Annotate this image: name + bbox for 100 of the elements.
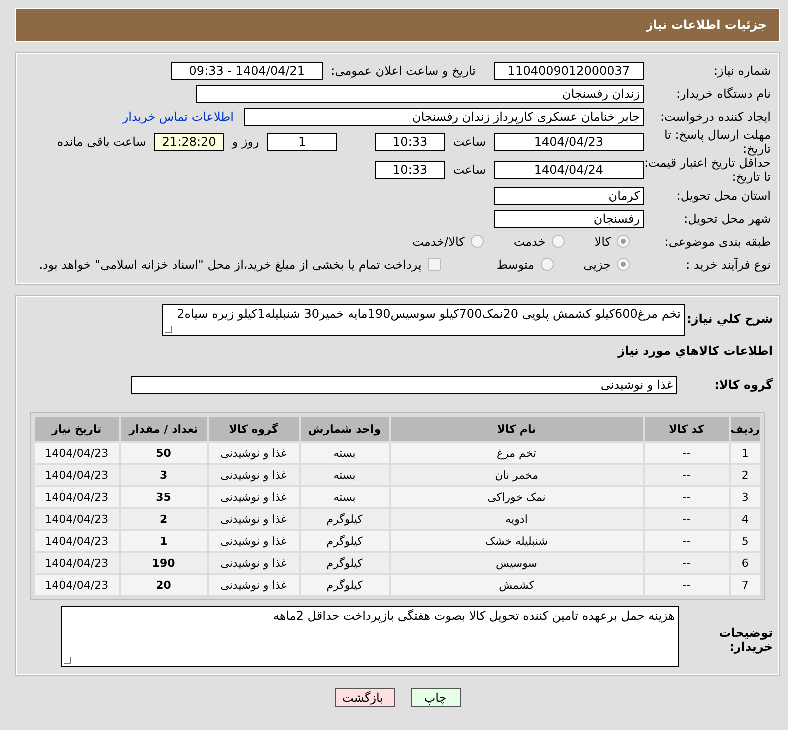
resize-grip-icon (165, 326, 172, 333)
table-cell: 1404/04/23 (35, 465, 119, 485)
notes-field[interactable]: هزینه حمل برعهده تامین کننده تحویل کالا بصوت هفتگی بازپرداخت حداقل 2ماهه (61, 606, 679, 667)
radio-button[interactable] (617, 235, 630, 248)
table-cell: 3 (730, 487, 760, 507)
option-label: جزیی (584, 258, 611, 272)
table-cell: 3 (120, 465, 207, 485)
field-label: نام دستگاه خریدار: (676, 86, 772, 100)
table-cell: غذا و نوشیدنی (208, 531, 299, 551)
table-cell: 1404/04/23 (35, 553, 119, 573)
table-cell: -- (644, 531, 729, 551)
table-cell: 6 (730, 553, 760, 573)
table-cell: بسته (300, 443, 389, 463)
column-header: گروه کالا (208, 417, 299, 441)
table-cell: 35 (120, 487, 207, 507)
text-field[interactable]: 10:33 (375, 133, 446, 151)
table-cell: 1 (730, 443, 760, 463)
table-cell: -- (644, 487, 729, 507)
table-cell: شنبلیله خشک (390, 531, 643, 551)
table-cell: -- (644, 553, 729, 573)
table-cell: 50 (120, 443, 207, 463)
table-cell: غذا و نوشیدنی (208, 575, 299, 595)
text-field[interactable]: غذا و نوشیدنی (131, 376, 677, 394)
description-text: تخم مرغ600کیلو کشمش پلویی 20نمک700کیلو سوسیس190مایه خمیر30 شنبلیله1کیلو زیره سیاه2 (177, 307, 681, 321)
time-label: ساعت (453, 135, 486, 149)
column-header: نام کالا (390, 417, 643, 441)
table-cell: -- (644, 509, 729, 529)
field-label: شماره نیاز: (713, 64, 772, 78)
field-label: ایجاد کننده درخواست: (659, 110, 772, 124)
table-cell: بسته (300, 465, 389, 485)
field-label: طبقه بندی موضوعی: (664, 234, 772, 248)
table-cell: 2 (730, 465, 760, 485)
table-cell: 2 (120, 509, 207, 529)
table-cell: غذا و نوشیدنی (208, 465, 299, 485)
table-cell: غذا و نوشیدنی (208, 487, 299, 507)
text-field[interactable]: جابر خنامان عسکری کارپرداز زندان رفسنجان (244, 108, 644, 126)
table-cell: 190 (120, 553, 207, 573)
radio-button[interactable] (552, 235, 565, 248)
text-field[interactable]: 1404/04/24 (494, 161, 644, 179)
table-cell: کیلوگرم (300, 575, 389, 595)
table-cell: 7 (730, 575, 760, 595)
column-header: تاریخ نیاز (35, 417, 119, 441)
text-field[interactable]: 10:33 (375, 161, 446, 179)
description-field[interactable]: تخم مرغ600کیلو کشمش پلویی 20نمک700کیلو سوسیس190مایه خمیر30 شنبلیله1کیلو زیره سیاه2 (162, 304, 685, 336)
table-cell: 4 (730, 509, 760, 529)
table-cell: -- (644, 465, 729, 485)
text-field[interactable]: زندان رفسنجان (196, 84, 644, 102)
table-cell: تخم مرغ (390, 443, 643, 463)
section-title: اطلاعات کالاهاي مورد نياز (616, 343, 774, 358)
radio-button[interactable] (617, 258, 630, 271)
table-cell: غذا و نوشیدنی (208, 509, 299, 529)
checkbox[interactable] (428, 258, 441, 271)
field-label: شهر محل تحویل: (683, 212, 772, 226)
option-label: کالا/خدمت (412, 234, 465, 248)
remaining-label: ساعت باقی مانده (57, 135, 146, 149)
column-header: واحد شمارش (300, 417, 389, 441)
field-label: گروه کالا: (714, 377, 773, 392)
radio-button[interactable] (470, 235, 484, 248)
radio-button[interactable] (540, 258, 554, 271)
table-cell: 1404/04/23 (35, 575, 119, 595)
table-cell: مخمر نان (390, 465, 643, 485)
text-field[interactable]: رفسنجان (494, 210, 644, 228)
table-cell: کیلوگرم (300, 531, 389, 551)
notes-text: هزینه حمل برعهده تامین کننده تحویل کالا بصوت هفتگی بازپرداخت حداقل 2ماهه (273, 609, 675, 623)
field-label: استان محل تحویل: (676, 188, 772, 202)
text-field[interactable]: 1404/04/21 - 09:33 (171, 62, 324, 80)
table-cell: کیلوگرم (300, 553, 389, 573)
text-field[interactable]: 1 (267, 133, 338, 151)
table-cell: ادویه (390, 509, 643, 529)
field-label: تاریخ و ساعت اعلان عمومی: (331, 64, 476, 78)
table-cell: سوسیس (390, 553, 643, 573)
time-label: ساعت (453, 163, 486, 177)
option-label: متوسط (496, 258, 535, 272)
column-header: ردیف (730, 417, 760, 441)
table-cell: کیلوگرم (300, 509, 389, 529)
text-field[interactable]: 21:28:20 (154, 133, 224, 151)
text-field[interactable]: کرمان (494, 186, 644, 204)
column-header: کد کالا (644, 417, 729, 441)
text-field[interactable]: 1104009012000037 (494, 62, 644, 80)
option-label: کالا (594, 234, 611, 248)
table-cell: 1404/04/23 (35, 487, 119, 507)
page-title: جزئیات اطلاعات نیاز (646, 18, 767, 32)
field-label: نوع فرآیند خرید : (685, 258, 772, 272)
text-field[interactable]: 1404/04/23 (494, 133, 644, 151)
column-header: تعداد / مقدار (120, 417, 207, 441)
field-label: مهلت ارسال پاسخ: تا تاریخ: (663, 128, 772, 156)
table-cell: 1 (120, 531, 207, 551)
back-button[interactable]: بازگشت (334, 688, 394, 707)
table-cell: -- (644, 443, 729, 463)
field-label: حداقل تاریخ اعتبار قیمت: تا تاریخ: (644, 156, 772, 184)
table-cell: نمک خوراکی (390, 487, 643, 507)
table-cell: غذا و نوشیدنی (208, 443, 299, 463)
checkbox-label: پرداخت تمام یا بخشی از مبلغ خرید،از محل "اسناد خزانه اسلامی" خواهد بود. (39, 258, 422, 272)
contact-link[interactable]: اطلاعات تماس خریدار (122, 110, 234, 124)
table-cell: 5 (730, 531, 760, 551)
table-cell: 1404/04/23 (35, 531, 119, 551)
print-button[interactable]: چاپ (410, 688, 460, 707)
table-cell: 1404/04/23 (35, 509, 119, 529)
option-label: خدمت (514, 234, 546, 248)
table-cell: 20 (120, 575, 207, 595)
